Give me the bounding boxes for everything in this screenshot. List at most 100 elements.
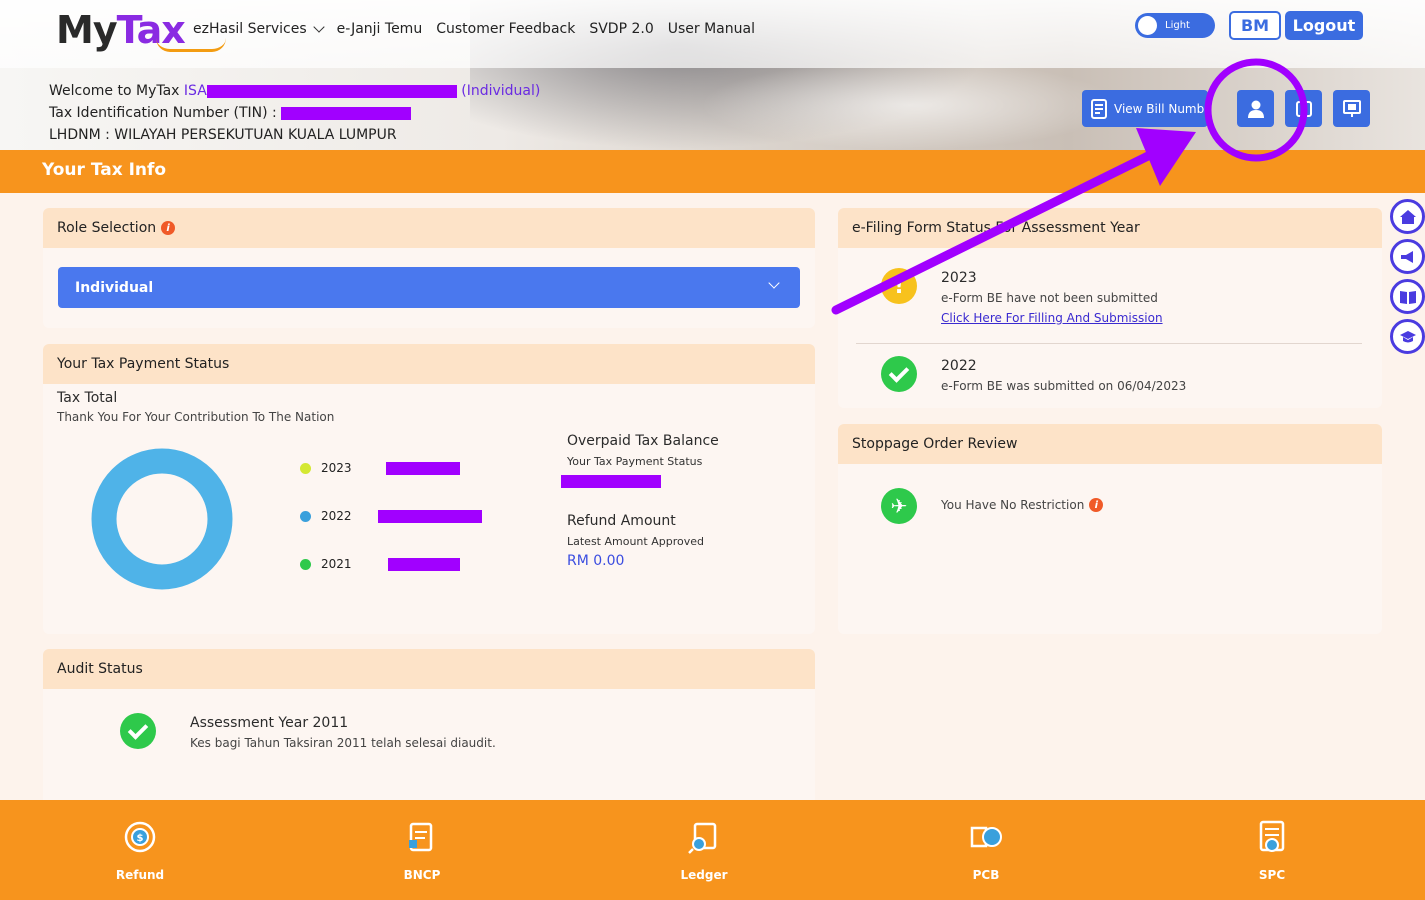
- mytax-logo[interactable]: MyTax: [56, 8, 226, 52]
- pcb-icon: [970, 826, 1002, 848]
- toggle-knob: [1138, 16, 1157, 35]
- megaphone-glyph: [1400, 250, 1413, 263]
- welcome-prefix: Welcome to MyTax: [49, 83, 184, 99]
- redaction-bar: [561, 475, 661, 488]
- bottom-nav-bncp[interactable]: BNCP: [362, 820, 482, 882]
- view-bill-number-button[interactable]: View Bill Numb: [1082, 90, 1208, 127]
- redaction-bar: [206, 84, 457, 98]
- restriction-status: You Have No Restriction i: [941, 498, 1104, 512]
- header: MyTax ezHasil Services e-Janji Temu Cust…: [0, 0, 1425, 150]
- legend-item-2021: 2021: [300, 557, 460, 571]
- panel-title: Your Tax Payment Status: [57, 356, 230, 372]
- tax-payment-panel: Your Tax Payment Status Tax Total Thank …: [43, 344, 815, 634]
- legend-year: 2023: [321, 461, 352, 475]
- logout-button[interactable]: Logout: [1285, 11, 1363, 40]
- logo-swoosh: [156, 38, 226, 52]
- nav-label: e-Janji Temu: [336, 21, 423, 37]
- chevron-down-icon: [768, 277, 780, 289]
- refund-subtitle: Latest Amount Approved: [567, 535, 704, 548]
- presentation-icon: [1342, 99, 1361, 117]
- home-glyph: [1399, 209, 1416, 224]
- legend-year: 2022: [321, 509, 352, 523]
- divider: [856, 343, 1362, 344]
- user-icon: [1247, 100, 1264, 118]
- stoppage-order-panel: Stoppage Order Review ✈ You Have No Rest…: [838, 424, 1382, 634]
- panel-title: Role Selection: [57, 220, 157, 236]
- bottom-nav-ledger[interactable]: Ledger: [644, 820, 764, 882]
- language-button[interactable]: BM: [1229, 11, 1281, 40]
- inbox-icon: [1295, 100, 1312, 117]
- info-icon[interactable]: i: [161, 221, 176, 235]
- inbox-button[interactable]: [1285, 90, 1322, 127]
- nav-label: SVDP 2.0: [589, 21, 654, 37]
- home-icon[interactable]: [1390, 199, 1425, 234]
- legend-item-2023: 2023: [300, 461, 460, 475]
- tax-donut-chart: [91, 448, 233, 590]
- graduation-glyph: [1399, 330, 1416, 342]
- legend-item-2022: 2022: [300, 509, 482, 523]
- panel-header: Audit Status: [43, 649, 815, 689]
- airplane-icon: ✈: [881, 488, 917, 524]
- overpaid-title: Overpaid Tax Balance: [567, 433, 719, 449]
- bottom-nav-refund[interactable]: $ Refund: [80, 820, 200, 882]
- book-glyph: [1399, 290, 1416, 304]
- document-icon: [1091, 98, 1107, 119]
- graduation-cap-icon[interactable]: [1390, 319, 1425, 354]
- panel-header: Role Selection i: [43, 208, 815, 248]
- nav-user-manual[interactable]: User Manual: [668, 21, 755, 37]
- bottom-nav-spc[interactable]: SPC: [1212, 820, 1332, 882]
- page-title: Your Tax Info: [42, 160, 167, 180]
- check-icon: [120, 713, 156, 749]
- refund-icon: $: [124, 821, 156, 853]
- welcome-line: Welcome to MyTax ISA (Individual): [49, 80, 540, 102]
- nav-customer-feedback[interactable]: Customer Feedback: [436, 21, 575, 37]
- ledger-icon: [688, 822, 717, 854]
- role-select[interactable]: Individual: [58, 267, 800, 308]
- warning-icon: !: [881, 268, 917, 304]
- bottom-nav-pcb[interactable]: PCB: [926, 820, 1046, 882]
- redaction-bar: [385, 461, 460, 475]
- profile-button[interactable]: [1237, 90, 1274, 127]
- logo-text-my: My: [56, 8, 118, 52]
- presentation-button[interactable]: [1333, 90, 1370, 127]
- nav-label: ezHasil Services: [193, 21, 307, 37]
- clipboard-icon: [409, 822, 433, 852]
- header-background-highlight: [700, 60, 1120, 150]
- bottom-nav-label: Refund: [115, 868, 165, 882]
- refund-title: Refund Amount: [567, 513, 676, 529]
- overpaid-subtitle: Your Tax Payment Status: [567, 455, 703, 468]
- efiling-year: 2023: [941, 270, 977, 286]
- welcome-block: Welcome to MyTax ISA (Individual) Tax Id…: [49, 80, 540, 146]
- user-type: (Individual): [461, 83, 541, 99]
- spc-icon: [1259, 820, 1285, 852]
- panel-header: e-Filing Form Status For Assessment Year: [838, 208, 1382, 248]
- nav-ezhasil-services[interactable]: ezHasil Services: [193, 21, 325, 37]
- redaction-bar: [377, 509, 482, 523]
- bottom-nav-label: PCB: [972, 868, 1000, 882]
- efiling-submit-link[interactable]: Click Here For Filling And Submission: [941, 311, 1163, 325]
- legend-dot: [300, 510, 311, 522]
- efiling-desc: e-Form BE have not been submitted: [941, 291, 1158, 305]
- panel-title: Audit Status: [57, 661, 143, 677]
- nav-e-janji-temu[interactable]: e-Janji Temu: [337, 21, 423, 37]
- page-title-band: Your Tax Info: [0, 150, 1425, 193]
- restriction-text: You Have No Restriction: [941, 498, 1085, 512]
- redaction-bar: [387, 557, 460, 571]
- view-bill-label: View Bill Numb: [1114, 101, 1205, 116]
- svg-text:$: $: [137, 833, 144, 844]
- nav-svdp[interactable]: SVDP 2.0: [589, 21, 653, 37]
- redaction-bar: [281, 106, 412, 120]
- tin-line: Tax Identification Number (TIN) :: [49, 102, 540, 124]
- audit-item-desc: Kes bagi Tahun Taksiran 2011 telah seles…: [190, 736, 496, 750]
- role-select-value: Individual: [75, 279, 154, 296]
- megaphone-icon[interactable]: [1390, 239, 1425, 274]
- theme-toggle[interactable]: Light: [1135, 13, 1215, 38]
- legend-dot: [300, 462, 311, 474]
- panel-title: e-Filing Form Status For Assessment Year: [852, 220, 1140, 236]
- panel-title: Stoppage Order Review: [852, 436, 1018, 452]
- chevron-down-icon: [312, 21, 325, 33]
- info-icon[interactable]: i: [1089, 498, 1104, 512]
- book-icon[interactable]: [1390, 279, 1425, 314]
- panel-header: Stoppage Order Review: [838, 424, 1382, 464]
- branch-line: LHDNM : WILAYAH PERSEKUTUAN KUALA LUMPUR: [49, 127, 397, 143]
